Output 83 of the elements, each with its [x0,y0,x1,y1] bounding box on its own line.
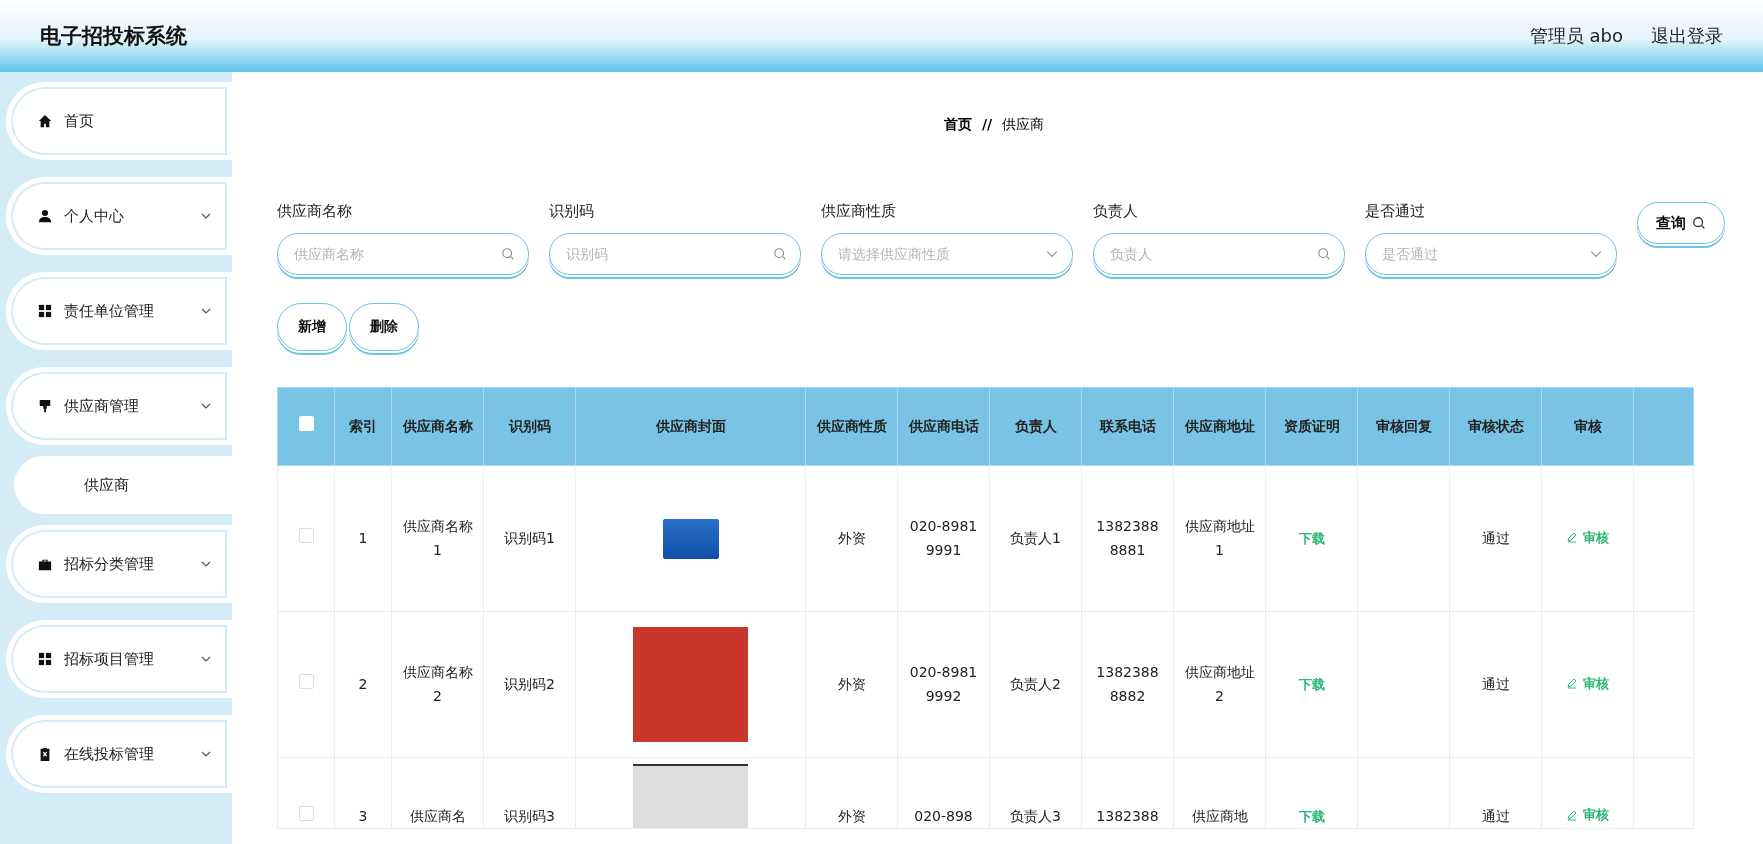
table-cell: 020-898 [914,807,973,824]
table-cell: 供应商地址1 [1184,518,1255,558]
column-header: 识别码 [508,418,551,435]
column-header: 审核 [1573,418,1602,435]
sidebar-item[interactable]: 个人中心 [6,177,232,255]
user-name: 管理员 abo [1529,24,1623,48]
table-cell: 供应商名称2 [402,664,473,704]
column-header: 供应商封面 [655,418,726,435]
row-checkbox[interactable] [298,673,314,689]
clipboard-icon [38,747,52,761]
row-checkbox[interactable] [298,805,314,821]
column-header: 审核状态 [1467,418,1524,435]
table-cell: 供应商地 [1191,807,1248,824]
table-cell: 供应商地址2 [1184,664,1255,704]
select-all-checkbox[interactable] [298,416,314,432]
pen-icon [1566,531,1578,544]
column-header: 供应商电话 [908,418,979,435]
sidebar-item[interactable]: 供应商管理 [6,367,232,445]
grid-icon [38,652,52,666]
field-label: 是否通过 [1365,202,1426,221]
grid-icon [38,304,52,318]
column-header: 供应商名称 [402,418,473,435]
table-cell: 识别码3 [504,807,555,824]
search-field[interactable]: 识别码 [549,233,801,275]
column-header: 联系电话 [1099,418,1156,435]
table-cell: 外资 [837,675,866,692]
table-cell: 负责人3 [1010,807,1061,824]
search-field[interactable]: 负责人 [1093,233,1345,275]
field-label: 识别码 [549,202,595,221]
sidebar-item[interactable]: 在线投标管理 [6,715,232,793]
table-cell: 外资 [837,529,866,546]
table-cell: 020-89819992 [909,664,978,704]
search-icon [501,247,515,261]
field-label: 供应商名称 [277,202,353,221]
column-header: 供应商地址 [1184,418,1255,435]
table-cell: 供应商名 [409,807,466,824]
brush-icon [38,399,52,413]
select-field[interactable]: 是否通过 [1365,233,1617,275]
sidebar-item[interactable]: 招标分类管理 [6,525,232,603]
search-icon [1692,216,1706,230]
table-cell: 13823888882 [1096,664,1159,704]
sidebar-item[interactable]: 招标项目管理 [6,620,232,698]
pen-icon [1566,677,1578,690]
table-cell: 负责人2 [1010,675,1061,692]
column-header: 索引 [349,418,377,435]
pen-icon [1566,808,1578,821]
select-field[interactable]: 请选择供应商性质 [821,233,1073,275]
column-header: 审核回复 [1375,418,1432,435]
search-icon [773,247,787,261]
table-cell: 识别码2 [504,675,555,692]
column-header: 资质证明 [1283,418,1340,435]
table-cell: 通过 [1481,807,1510,824]
table-cell: 供应商名称1 [402,518,473,558]
table-cell: 通过 [1481,529,1510,546]
app-title: 电子招投标系统 [40,23,187,50]
breadcrumb-item[interactable]: 供应商 [1002,116,1045,134]
table-cell: 外资 [837,807,866,824]
search-icon [1317,247,1331,261]
field-label: 负责人 [1093,202,1139,221]
home-icon [38,114,52,128]
column-header: 供应商性质 [816,418,887,435]
table-cell: 识别码1 [504,529,555,546]
table-cell: 020-89819991 [909,518,978,558]
table-cell: 负责人1 [1010,529,1061,546]
search-field[interactable]: 供应商名称 [277,233,529,275]
breadcrumb-item[interactable]: 首页 [943,116,972,134]
logout-link[interactable]: 退出登录 [1651,24,1723,48]
sidebar-item[interactable]: 责任单位管理 [6,272,232,350]
logo-placeholder [662,518,719,559]
briefcase-icon [38,557,52,571]
field-label: 供应商性质 [821,202,897,221]
table-cell: 1 [358,529,368,546]
table-cell: 通过 [1481,675,1510,692]
table-cell: 1382388 [1096,807,1159,824]
table-cell: 3 [358,807,368,824]
breadcrumb-separator: // [981,116,993,134]
table-cell: 13823888881 [1096,518,1159,558]
row-checkbox[interactable] [298,527,314,543]
column-header: 负责人 [1014,418,1057,435]
user-icon [38,209,52,223]
table-cell: 2 [358,675,368,692]
sidebar-subitem[interactable]: 供应商 [14,456,232,514]
sidebar-item[interactable]: 首页 [6,82,232,160]
